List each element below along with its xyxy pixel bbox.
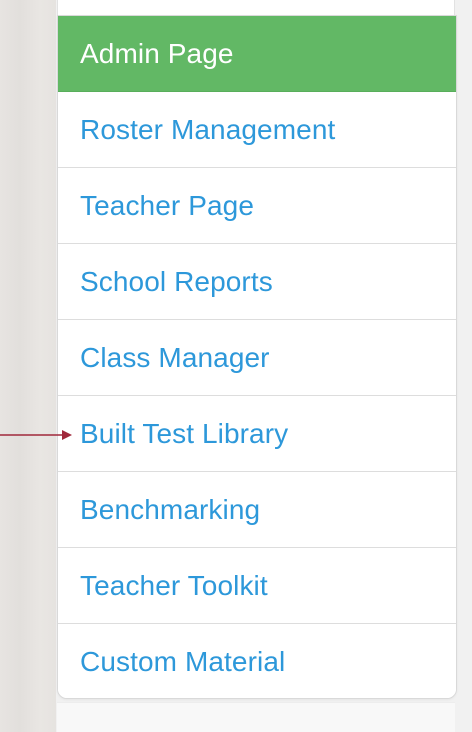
- menu-item-label: Admin Page: [80, 37, 234, 69]
- menu-item-roster-management[interactable]: Roster Management: [58, 92, 456, 168]
- navigation-menu: Admin Page Roster Management Teacher Pag…: [57, 15, 457, 699]
- menu-item-teacher-page[interactable]: Teacher Page: [58, 168, 456, 244]
- menu-item-label: School Reports: [80, 265, 273, 297]
- menu-item-school-reports[interactable]: School Reports: [58, 244, 456, 320]
- menu-item-class-manager[interactable]: Class Manager: [58, 320, 456, 396]
- next-panel-edge: [57, 702, 455, 732]
- arrow-head: [62, 430, 72, 440]
- menu-item-label: Teacher Page: [80, 189, 254, 221]
- menu-item-label: Class Manager: [80, 341, 270, 373]
- menu-item-label: Built Test Library: [80, 417, 289, 449]
- menu-item-teacher-toolkit[interactable]: Teacher Toolkit: [58, 548, 456, 624]
- menu-item-admin-page[interactable]: Admin Page: [58, 16, 456, 92]
- menu-item-label: Custom Material: [80, 645, 286, 677]
- menu-item-benchmarking[interactable]: Benchmarking: [58, 472, 456, 548]
- menu-item-label: Roster Management: [80, 113, 336, 145]
- pointer-arrow-icon: [0, 430, 72, 440]
- menu-top-edge: [57, 0, 455, 15]
- menu-item-label: Teacher Toolkit: [80, 569, 268, 601]
- menu-item-label: Benchmarking: [80, 493, 261, 525]
- menu-item-custom-material[interactable]: Custom Material: [58, 624, 456, 698]
- menu-item-built-test-library[interactable]: Built Test Library: [58, 396, 456, 472]
